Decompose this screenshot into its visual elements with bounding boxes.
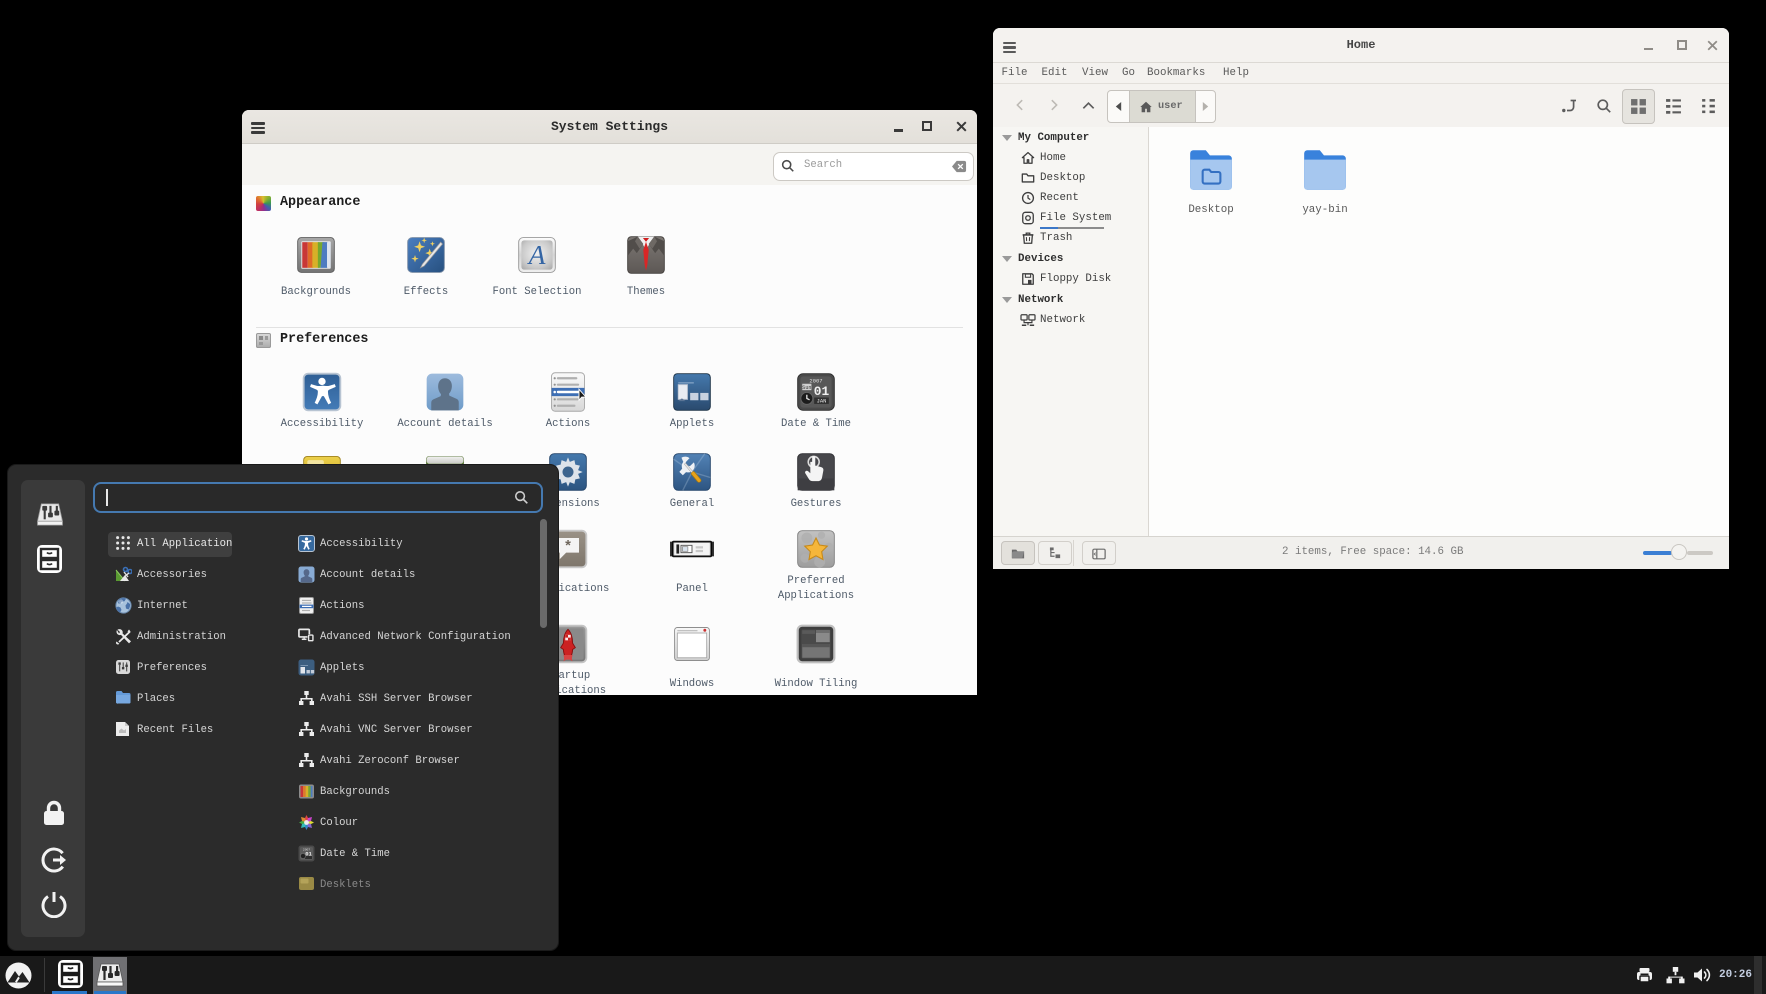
svg-text:01: 01 bbox=[814, 384, 830, 399]
svg-text:A: A bbox=[527, 239, 546, 270]
svg-text:JAN: JAN bbox=[817, 398, 827, 405]
svg-text:*: * bbox=[564, 540, 573, 556]
svg-text:Sun: Sun bbox=[802, 385, 811, 391]
